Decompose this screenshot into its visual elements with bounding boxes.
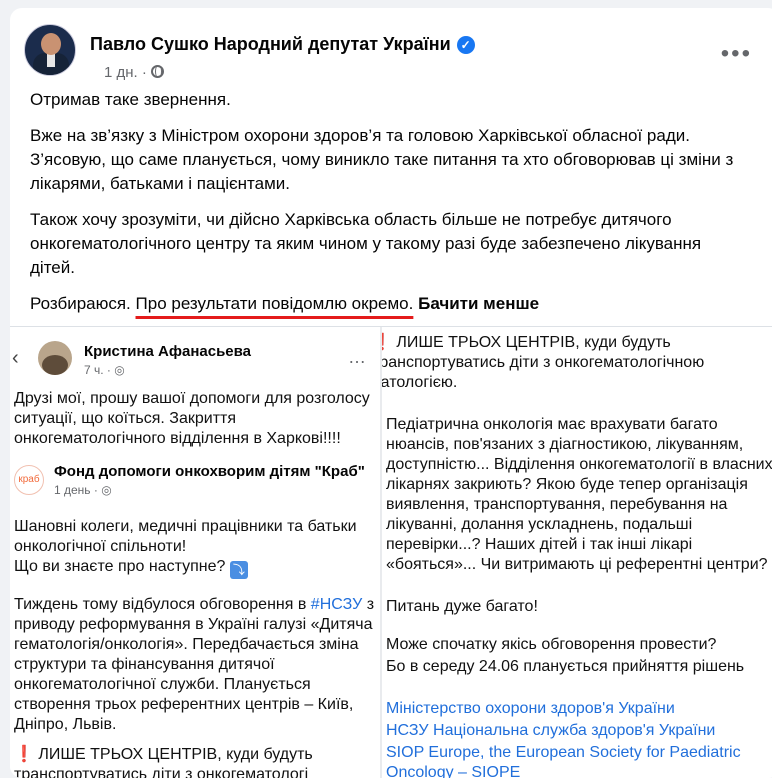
exclamation-icon: ❗ [14,746,34,763]
inner-text-4: ❗ ЛИШЕ ТРЬОХ ЦЕНТРІВ, куди будуть трансп… [14,745,380,778]
post-text: Отримав таке звернення. Вже на зв’язку з… [30,88,750,328]
fund-name: Фонд допомоги онкохворим дітям "Краб" [54,463,365,480]
see-less-button[interactable]: Бачити менше [418,294,539,313]
author-avatar[interactable] [24,24,76,76]
left-screenshot-image[interactable]: ‹ Кристина Афанасьева 7 ч. · ◎ … Друзі м… [10,327,380,778]
inner-post-header: ‹ Кристина Афанасьева 7 ч. · ◎ … [10,337,370,377]
right-text-4: Може спочатку якісь обговорення провести… [386,636,717,653]
link-nszu: НСЗУ Національна служба здоров'я України [386,722,716,739]
fund-time: 1 день · ◎ [54,483,112,497]
inner-avatar [38,341,72,375]
fund-row: краб Фонд допомоги онкохворим дітям "Кра… [10,457,380,507]
verified-icon: ✓ [456,36,475,54]
right-text-1: ❗ ЛИШЕ ТРЬОХ ЦЕНТРІВ, куди будуть трансп… [380,333,772,393]
hashtag: #НСЗУ [310,596,363,613]
right-text-5: Бо в середу 24.06 планується прийняття р… [386,658,745,675]
right-text-3: Питань дуже багато! [386,598,538,615]
exclamation-icon-right: ❗ [382,334,392,351]
inner-post-time: 7 ч. · ◎ [84,363,125,377]
link-siope: SIOP Europe, the European Society for Pa… [386,744,741,778]
arrow-down-icon: ⤵ [229,561,248,579]
inner-text-1: Друзі мої, прошу вашої допомоги для розг… [14,390,370,447]
post-time[interactable]: 1 дн. [104,64,138,81]
author-name-text[interactable]: Павло Сушко Народний депутат України [90,34,451,54]
more-options-icon[interactable]: ••• [721,42,752,66]
post-images[interactable]: ‹ Кристина Афанасьева 7 ч. · ◎ … Друзі м… [10,326,772,778]
underlined-text: Про результати повідомлю окремо. [135,294,414,313]
right-text-2: Педіатрична онкологія має врахувати бага… [386,416,772,573]
right-text-1b: транспортуватись діти з онкогематологічн… [380,354,705,391]
author-name[interactable]: Павло Сушко Народний депутат України ✓ [90,34,475,55]
post-paragraph-3: Також хочу зрозуміти, чи дійсно Харківсь… [30,210,702,277]
post-paragraph-4: Розбираюся. Про результати повідомлю окр… [30,292,750,316]
post-paragraph-1: Отримав таке звернення. [30,90,231,109]
back-arrow-icon: ‹ [12,347,19,369]
greeting-text: Шановні колеги, медичні працівники та ба… [14,518,357,555]
globe-icon [150,65,164,78]
text4-b: з приводу реформування в Україні галузі … [14,596,375,733]
inner-text-2: Шановні колеги, медичні працівники та ба… [14,517,380,579]
post-meta: 1 дн. · [104,64,164,81]
inner-more-icon: … [348,347,366,367]
post-paragraph-2: Вже на зв’язку з Міністром охорони здоро… [30,126,734,193]
link-moh: Міністерство охорони здоров'я України [386,700,675,717]
post-card: Павло Сушко Народний депутат України ✓ 1 … [10,8,772,778]
right-text-1a: ЛИШЕ ТРЬОХ ЦЕНТРІВ, куди будуть [396,334,671,351]
right-screenshot-image[interactable]: ❗ ЛИШЕ ТРЬОХ ЦЕНТРІВ, куди будуть трансп… [380,327,772,778]
post-header: Павло Сушко Народний депутат України ✓ 1 … [24,20,766,81]
inner-text-3: Тиждень тому відбулося обговорення в #НС… [14,595,380,735]
inner-author-name: Кристина Афанасьева [84,343,251,360]
fund-logo: краб [14,465,44,495]
paragraph-4-start: Розбираюся. [30,294,136,313]
text4-a: Тиждень тому відбулося обговорення в [14,596,311,613]
question-text: Що ви знаєте про наступне? [14,558,226,575]
text5: ЛИШЕ ТРЬОХ ЦЕНТРІВ, куди будуть транспор… [14,746,313,778]
